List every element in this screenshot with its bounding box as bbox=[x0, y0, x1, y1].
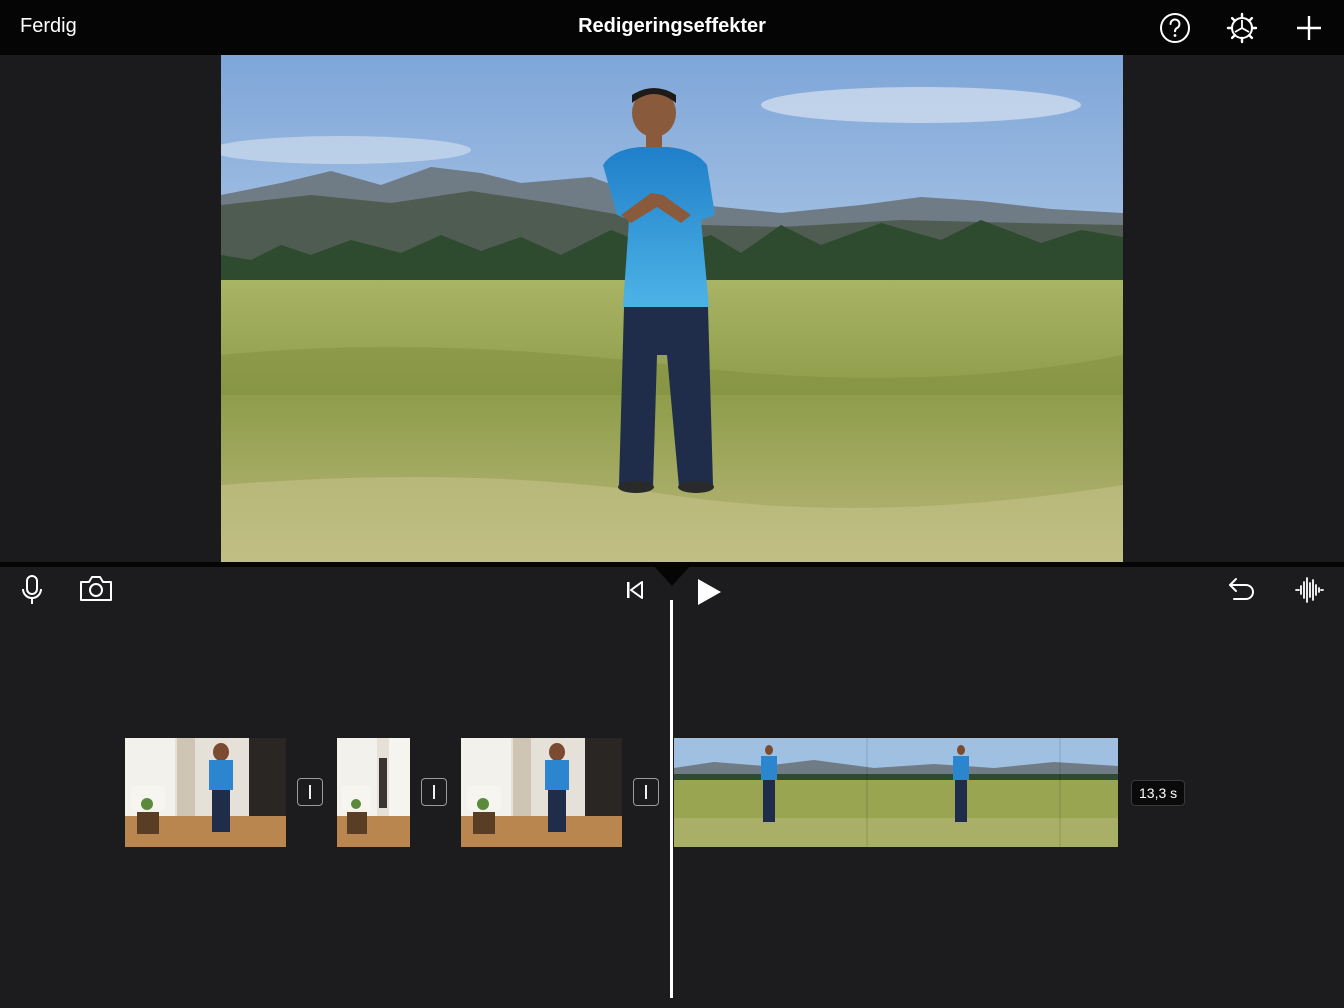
help-icon[interactable] bbox=[1157, 10, 1193, 46]
transition-button[interactable] bbox=[297, 778, 323, 806]
camera-icon[interactable] bbox=[78, 575, 114, 603]
settings-icon[interactable] bbox=[1224, 10, 1260, 46]
video-preview[interactable] bbox=[221, 55, 1123, 562]
skip-to-start-icon[interactable] bbox=[625, 580, 645, 600]
playhead-line[interactable] bbox=[670, 600, 673, 998]
clip-duration-badge: 13,3 s bbox=[1131, 780, 1186, 806]
clip-indoor-3[interactable] bbox=[461, 738, 622, 847]
video-viewer bbox=[0, 55, 1344, 562]
clip-meadow[interactable] bbox=[674, 738, 1118, 847]
top-bar: Ferdig Redigeringseffekter bbox=[0, 0, 1344, 55]
add-icon[interactable] bbox=[1291, 10, 1327, 46]
transition-button[interactable] bbox=[421, 778, 447, 806]
page-title: Redigeringseffekter bbox=[578, 15, 766, 37]
transition-button[interactable] bbox=[633, 778, 659, 806]
playhead-marker bbox=[654, 566, 690, 586]
clip-indoor-2[interactable] bbox=[337, 738, 410, 847]
clip-indoor-1[interactable] bbox=[125, 738, 286, 847]
undo-icon[interactable] bbox=[1226, 575, 1258, 603]
